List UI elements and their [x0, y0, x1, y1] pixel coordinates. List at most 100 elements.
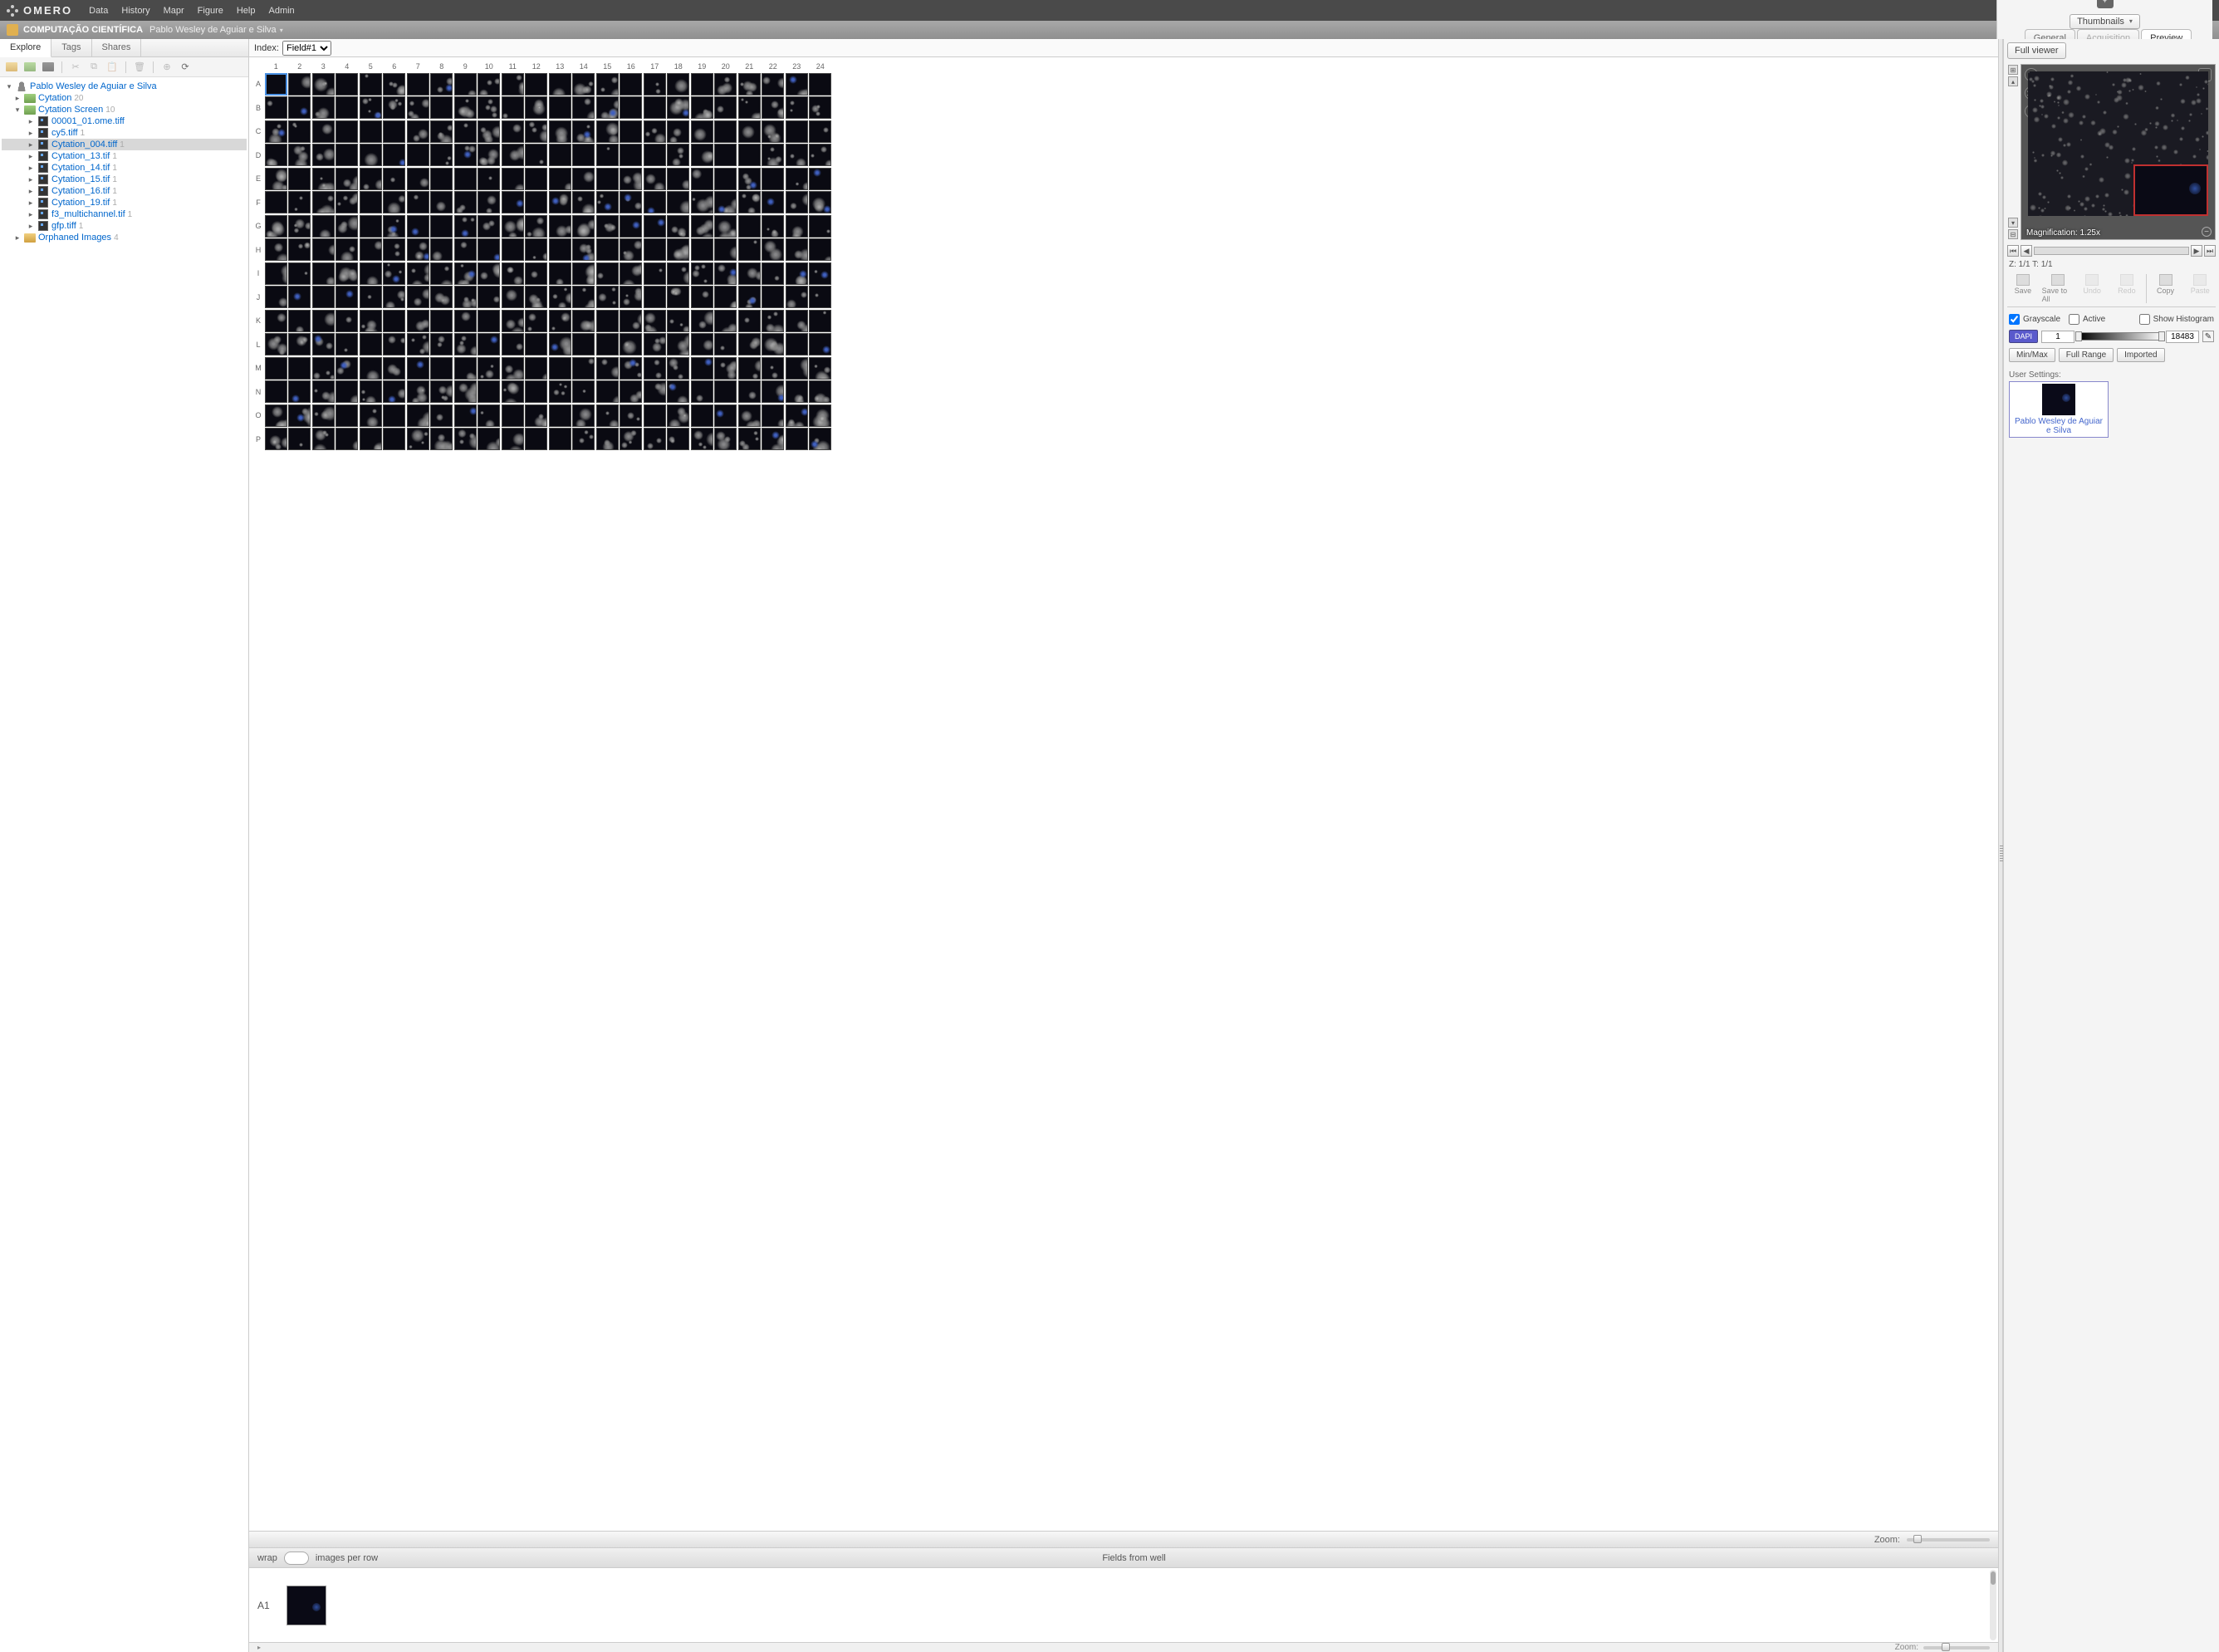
well[interactable] — [620, 428, 642, 450]
delete-icon[interactable]: 🗑 — [133, 61, 146, 73]
well[interactable] — [762, 168, 784, 190]
tree-screen[interactable]: ▾ Cytation Screen 10 — [2, 104, 247, 115]
well[interactable] — [265, 168, 287, 190]
well[interactable] — [502, 262, 524, 285]
well[interactable] — [407, 96, 429, 119]
well[interactable] — [383, 286, 405, 308]
active-checkbox[interactable] — [2069, 314, 2079, 325]
well[interactable] — [312, 428, 335, 450]
well[interactable] — [407, 380, 429, 403]
well[interactable] — [288, 428, 311, 450]
well[interactable] — [549, 404, 571, 427]
well[interactable] — [786, 191, 808, 213]
well[interactable] — [502, 238, 524, 261]
well[interactable] — [691, 96, 713, 119]
expand-icon[interactable]: ▸ — [27, 199, 35, 208]
well[interactable] — [430, 380, 453, 403]
expand-icon[interactable]: ▾ — [5, 82, 13, 91]
well[interactable] — [265, 215, 287, 238]
well[interactable] — [691, 286, 713, 308]
well[interactable] — [288, 144, 311, 166]
tree-image[interactable]: ▸Cytation_13.tif1 — [2, 150, 247, 162]
left-tab-tags[interactable]: Tags — [51, 39, 91, 56]
well[interactable] — [360, 286, 382, 308]
wrap-input[interactable] — [284, 1552, 309, 1565]
well[interactable] — [809, 310, 831, 332]
well[interactable] — [525, 380, 547, 403]
well[interactable] — [336, 310, 358, 332]
redo-button[interactable]: Redo — [2111, 274, 2143, 303]
well[interactable] — [644, 404, 666, 427]
well[interactable] — [383, 96, 405, 119]
well[interactable] — [572, 310, 595, 332]
well[interactable] — [525, 168, 547, 190]
well[interactable] — [762, 333, 784, 355]
new-project-icon[interactable] — [5, 61, 18, 73]
well[interactable] — [762, 238, 784, 261]
well[interactable] — [502, 191, 524, 213]
well[interactable] — [312, 73, 335, 96]
well[interactable] — [312, 404, 335, 427]
splitter[interactable] — [1998, 39, 2003, 1652]
well[interactable] — [288, 120, 311, 143]
nav-help[interactable]: Help — [237, 6, 256, 16]
slider-handle[interactable] — [1913, 1535, 1922, 1543]
well[interactable] — [288, 191, 311, 213]
well[interactable] — [762, 96, 784, 119]
well[interactable] — [265, 357, 287, 380]
well[interactable] — [502, 310, 524, 332]
well[interactable] — [738, 168, 761, 190]
well[interactable] — [265, 428, 287, 450]
well[interactable] — [525, 120, 547, 143]
well[interactable] — [596, 215, 619, 238]
grayscale-checkbox[interactable] — [2009, 314, 2020, 325]
well[interactable] — [786, 96, 808, 119]
well[interactable] — [786, 120, 808, 143]
well[interactable] — [667, 238, 689, 261]
up-icon[interactable]: ▴ — [2008, 76, 2018, 86]
well[interactable] — [502, 286, 524, 308]
well[interactable] — [265, 73, 287, 96]
well[interactable] — [454, 144, 477, 166]
well[interactable] — [691, 191, 713, 213]
puzzle-icon[interactable]: ✦ — [2097, 0, 2114, 8]
well[interactable] — [596, 333, 619, 355]
well[interactable] — [430, 96, 453, 119]
well[interactable] — [691, 428, 713, 450]
well[interactable] — [691, 144, 713, 166]
well[interactable] — [691, 120, 713, 143]
well[interactable] — [644, 333, 666, 355]
well[interactable] — [502, 357, 524, 380]
field-select[interactable]: Field#1 — [282, 41, 331, 56]
well[interactable] — [502, 215, 524, 238]
well[interactable] — [549, 428, 571, 450]
well[interactable] — [336, 428, 358, 450]
well[interactable] — [549, 357, 571, 380]
well[interactable] — [454, 262, 477, 285]
well[interactable] — [336, 168, 358, 190]
well[interactable] — [478, 238, 500, 261]
well[interactable] — [525, 96, 547, 119]
well[interactable] — [714, 73, 737, 96]
well[interactable] — [667, 215, 689, 238]
expand-icon[interactable]: ▸ — [13, 94, 22, 103]
first-icon[interactable]: ⏮ — [2007, 245, 2019, 257]
well[interactable] — [691, 404, 713, 427]
well[interactable] — [312, 262, 335, 285]
well[interactable] — [714, 357, 737, 380]
well[interactable] — [738, 357, 761, 380]
well[interactable] — [572, 168, 595, 190]
well[interactable] — [454, 73, 477, 96]
tree-owner[interactable]: ▾ Pablo Wesley de Aguiar e Silva — [2, 81, 247, 92]
well[interactable] — [572, 404, 595, 427]
well[interactable] — [549, 286, 571, 308]
well[interactable] — [620, 262, 642, 285]
well[interactable] — [383, 404, 405, 427]
well[interactable] — [644, 428, 666, 450]
tree-image[interactable]: ▸f3_multichannel.tif1 — [2, 208, 247, 220]
slider-handle[interactable] — [1942, 1643, 1950, 1651]
collapse-icon[interactable]: ⊟ — [2008, 229, 2018, 239]
imported-button[interactable]: Imported — [2117, 348, 2164, 362]
left-tab-shares[interactable]: Shares — [92, 39, 142, 56]
well[interactable] — [786, 144, 808, 166]
